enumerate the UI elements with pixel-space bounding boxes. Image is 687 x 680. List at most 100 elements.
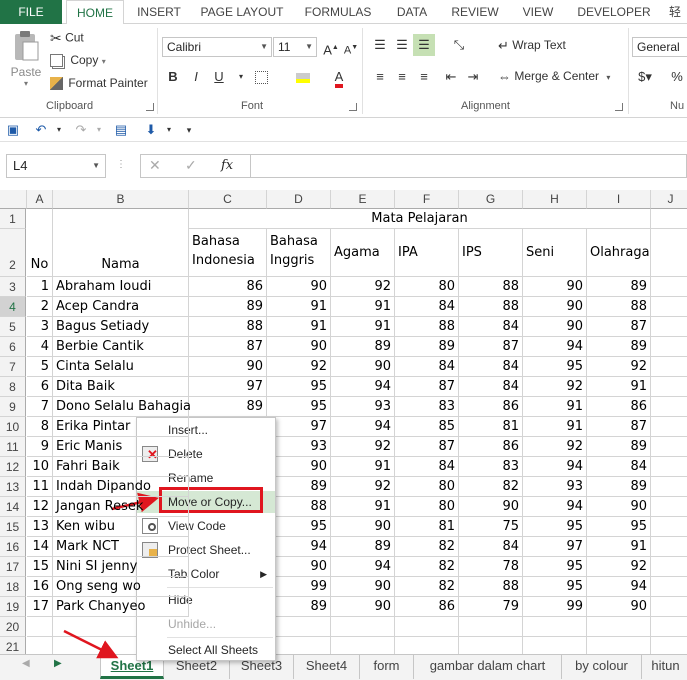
- cell-score[interactable]: 89: [331, 337, 395, 357]
- cell-score[interactable]: 82: [395, 537, 459, 557]
- cell-score[interactable]: 88: [395, 317, 459, 337]
- cell[interactable]: [651, 637, 687, 654]
- copy-button[interactable]: Copy ▾: [50, 53, 106, 68]
- cell-score[interactable]: 91: [331, 497, 395, 517]
- decrease-indent-button[interactable]: ⇤: [440, 66, 462, 88]
- cell-score[interactable]: 84: [459, 317, 523, 337]
- worksheet-grid[interactable]: A B C D E F G H I J 1 2 3 4 5 6 7 8 9 10 11 12 13 1…: [0, 190, 687, 654]
- cell-score[interactable]: 90: [267, 337, 331, 357]
- percent-button[interactable]: %: [666, 66, 687, 88]
- header-nama[interactable]: Nama: [53, 229, 189, 277]
- cell-score[interactable]: 89: [587, 437, 651, 457]
- row-header[interactable]: 15: [0, 517, 26, 537]
- cell-score[interactable]: 88: [189, 317, 267, 337]
- cell-score[interactable]: 84: [459, 357, 523, 377]
- column-header[interactable]: H: [523, 190, 587, 209]
- cell-score[interactable]: 91: [587, 537, 651, 557]
- cell-score[interactable]: 91: [523, 397, 587, 417]
- alignment-launcher[interactable]: [615, 103, 623, 111]
- row-header[interactable]: 21: [0, 637, 26, 654]
- cell-score[interactable]: 95: [523, 557, 587, 577]
- cell-score[interactable]: 88: [587, 297, 651, 317]
- cell-score[interactable]: 92: [331, 437, 395, 457]
- cell-score[interactable]: 99: [267, 577, 331, 597]
- cell-score[interactable]: 87: [189, 337, 267, 357]
- cell-no[interactable]: 4: [27, 337, 53, 357]
- menu-select-all-sheets[interactable]: Select All Sheets: [137, 639, 275, 661]
- cell-score[interactable]: 86: [189, 277, 267, 297]
- cell-nama[interactable]: Erika Pintar: [53, 417, 189, 437]
- cell[interactable]: [27, 209, 53, 229]
- cell[interactable]: [651, 557, 687, 577]
- cell-no[interactable]: 11: [27, 477, 53, 497]
- tab-formulas[interactable]: FORMULAS: [298, 0, 378, 24]
- cell-score[interactable]: 91: [587, 377, 651, 397]
- tab-page-layout[interactable]: PAGE LAYOUT: [196, 0, 288, 24]
- row-header[interactable]: 3: [0, 277, 26, 297]
- cell[interactable]: [395, 637, 459, 654]
- insert-function-button[interactable]: fx: [221, 158, 233, 173]
- cell[interactable]: [395, 617, 459, 637]
- align-middle-button[interactable]: ☰: [391, 34, 413, 56]
- cell-no[interactable]: 3: [27, 317, 53, 337]
- row-header[interactable]: 13: [0, 477, 26, 497]
- cell-score[interactable]: 90: [523, 317, 587, 337]
- name-box[interactable]: L4 ▼: [6, 154, 106, 178]
- row-header[interactable]: 20: [0, 617, 26, 637]
- save-icon[interactable]: ▣: [2, 119, 24, 141]
- cell[interactable]: [651, 397, 687, 417]
- scroll-left-icon[interactable]: ◀: [22, 658, 30, 669]
- cell[interactable]: [651, 357, 687, 377]
- cell-score[interactable]: 92: [331, 477, 395, 497]
- cell[interactable]: [651, 297, 687, 317]
- cell-score[interactable]: 91: [267, 297, 331, 317]
- cell-score[interactable]: 90: [331, 357, 395, 377]
- orientation-button[interactable]: ⤡: [448, 34, 470, 56]
- cell-score[interactable]: 92: [587, 557, 651, 577]
- header-seni[interactable]: Seni: [523, 229, 587, 277]
- cell-score[interactable]: 93: [267, 437, 331, 457]
- align-left-button[interactable]: ≡: [369, 66, 391, 88]
- cell[interactable]: [651, 229, 687, 277]
- cell-no[interactable]: 9: [27, 437, 53, 457]
- cell[interactable]: [651, 617, 687, 637]
- row-header[interactable]: 6: [0, 337, 26, 357]
- cell-score[interactable]: 89: [189, 397, 267, 417]
- cell-score[interactable]: 87: [395, 377, 459, 397]
- cell-score[interactable]: 84: [459, 537, 523, 557]
- cell-no[interactable]: 7: [27, 397, 53, 417]
- cell-score[interactable]: 83: [395, 397, 459, 417]
- cell[interactable]: [587, 617, 651, 637]
- cell-score[interactable]: 87: [587, 317, 651, 337]
- cell-score[interactable]: 95: [267, 517, 331, 537]
- cell-score[interactable]: 86: [395, 597, 459, 617]
- cell-nama[interactable]: Jangan Resek: [53, 497, 189, 517]
- column-header[interactable]: B: [53, 190, 189, 209]
- cell-score[interactable]: 89: [587, 477, 651, 497]
- cell-no[interactable]: 15: [27, 557, 53, 577]
- row-header[interactable]: 19: [0, 597, 26, 617]
- cell-score[interactable]: 91: [523, 417, 587, 437]
- customize-qat-icon[interactable]: ▾: [178, 119, 200, 141]
- cell[interactable]: [331, 617, 395, 637]
- merge-center-button[interactable]: ⇔ Merge & Center ▾: [498, 69, 610, 84]
- cell-score[interactable]: 94: [523, 497, 587, 517]
- cell-nama[interactable]: Fahri Baik: [53, 457, 189, 477]
- cell-score[interactable]: 91: [331, 297, 395, 317]
- bold-button[interactable]: B: [162, 66, 184, 88]
- align-center-button[interactable]: ≡: [391, 66, 413, 88]
- fill-color-button[interactable]: [292, 66, 314, 88]
- cell-score[interactable]: 89: [267, 597, 331, 617]
- cell-score[interactable]: 90: [267, 557, 331, 577]
- cell-score[interactable]: 84: [395, 297, 459, 317]
- cell[interactable]: [651, 457, 687, 477]
- cell-score[interactable]: 84: [395, 357, 459, 377]
- sheet-tab-gambar-dalam-chart[interactable]: gambar dalam chart: [414, 655, 562, 679]
- cell[interactable]: [27, 637, 53, 654]
- row-header[interactable]: 18: [0, 577, 26, 597]
- cell-score[interactable]: 93: [523, 477, 587, 497]
- row-header[interactable]: 12: [0, 457, 26, 477]
- cell-score[interactable]: 90: [587, 497, 651, 517]
- tab-view[interactable]: VIEW: [514, 0, 562, 24]
- cell-score[interactable]: 89: [331, 537, 395, 557]
